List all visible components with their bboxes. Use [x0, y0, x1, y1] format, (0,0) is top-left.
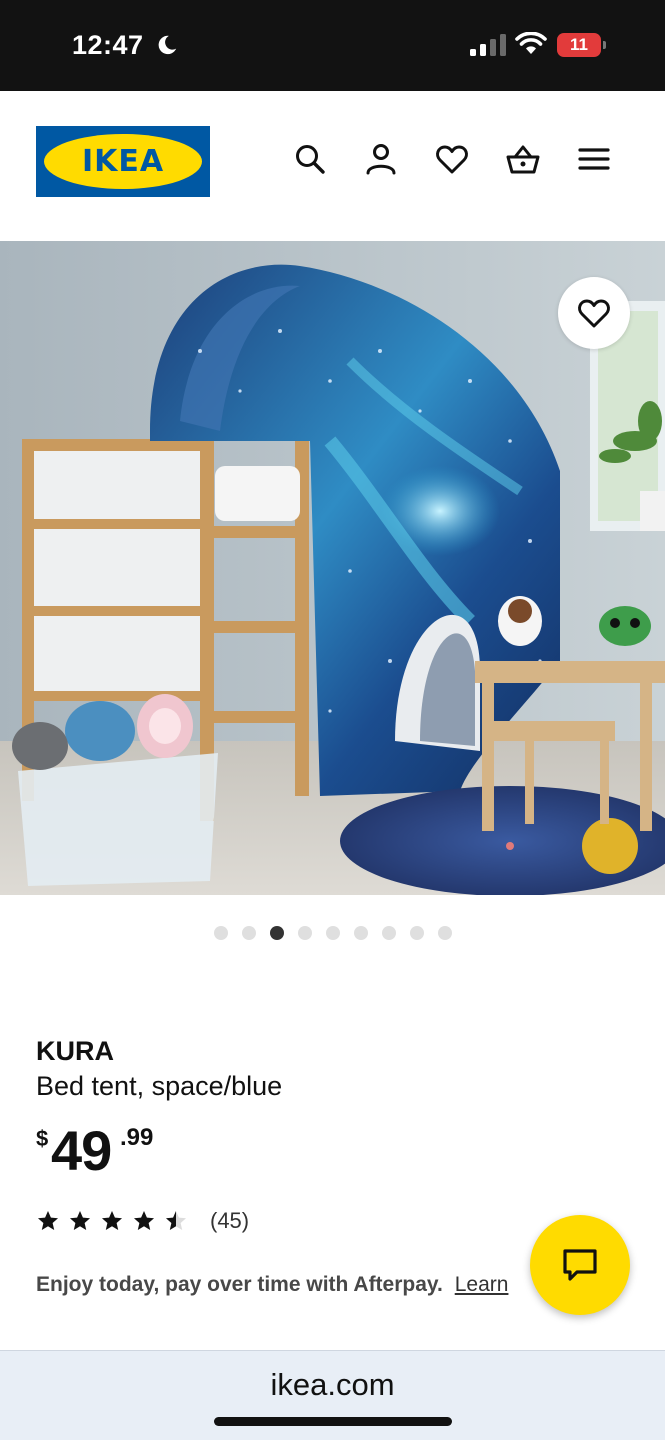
price-decimal: .99 [120, 1124, 154, 1151]
account-icon[interactable] [364, 142, 398, 176]
carousel-dot[interactable] [297, 926, 312, 940]
product-description: Bed tent, space/blue [36, 1071, 283, 1101]
basket-icon[interactable] [506, 142, 540, 176]
heart-icon[interactable] [435, 142, 469, 176]
heart-icon [578, 299, 610, 328]
browser-url-bar[interactable]: ikea.com [0, 1350, 665, 1440]
star-icon [102, 1211, 122, 1230]
star-icon [166, 1211, 186, 1230]
battery-level: 11 [557, 33, 601, 57]
product-rating[interactable]: (45) [36, 1206, 249, 1236]
status-time: 12:47 [72, 30, 144, 60]
star-icon [38, 1211, 58, 1230]
carousel-dot[interactable] [437, 926, 452, 940]
moon-icon [158, 35, 177, 55]
search-icon[interactable] [293, 142, 327, 176]
carousel-dot[interactable] [409, 926, 424, 940]
carousel-dot[interactable] [213, 926, 228, 940]
status-bar: 12:47 11 [0, 0, 665, 91]
home-indicator[interactable] [214, 1417, 452, 1426]
logo-text: IKEA [81, 144, 165, 179]
afterpay-learn-link[interactable]: Learn [455, 1273, 509, 1296]
star-icon [134, 1211, 154, 1230]
signal-icon [470, 34, 506, 56]
battery-icon: 11 [557, 33, 607, 57]
chat-icon [563, 1249, 597, 1281]
menu-icon[interactable] [577, 142, 611, 176]
afterpay-text: Enjoy today, pay over time with Afterpay… [36, 1273, 443, 1296]
carousel-dot[interactable] [353, 926, 368, 940]
ikea-logo[interactable]: IKEA [36, 126, 210, 197]
carousel-dot[interactable] [269, 926, 284, 940]
carousel-dot[interactable] [325, 926, 340, 940]
carousel-dot[interactable] [241, 926, 256, 940]
carousel-dots [0, 926, 665, 942]
price-currency: $ [36, 1126, 49, 1151]
carousel-dot[interactable] [381, 926, 396, 940]
rating-count: (45) [210, 1208, 250, 1233]
favorite-button[interactable] [558, 277, 630, 349]
afterpay-message: Enjoy today, pay over time with Afterpay… [36, 1273, 508, 1297]
product-name: KURA [36, 1036, 114, 1066]
star-icon [70, 1211, 90, 1230]
site-header: IKEA [0, 91, 665, 241]
wifi-icon [515, 32, 547, 54]
price-integer: 49 [51, 1119, 112, 1182]
chat-button[interactable] [530, 1215, 630, 1315]
url-text[interactable]: ikea.com [0, 1367, 665, 1403]
product-image[interactable] [0, 241, 665, 895]
